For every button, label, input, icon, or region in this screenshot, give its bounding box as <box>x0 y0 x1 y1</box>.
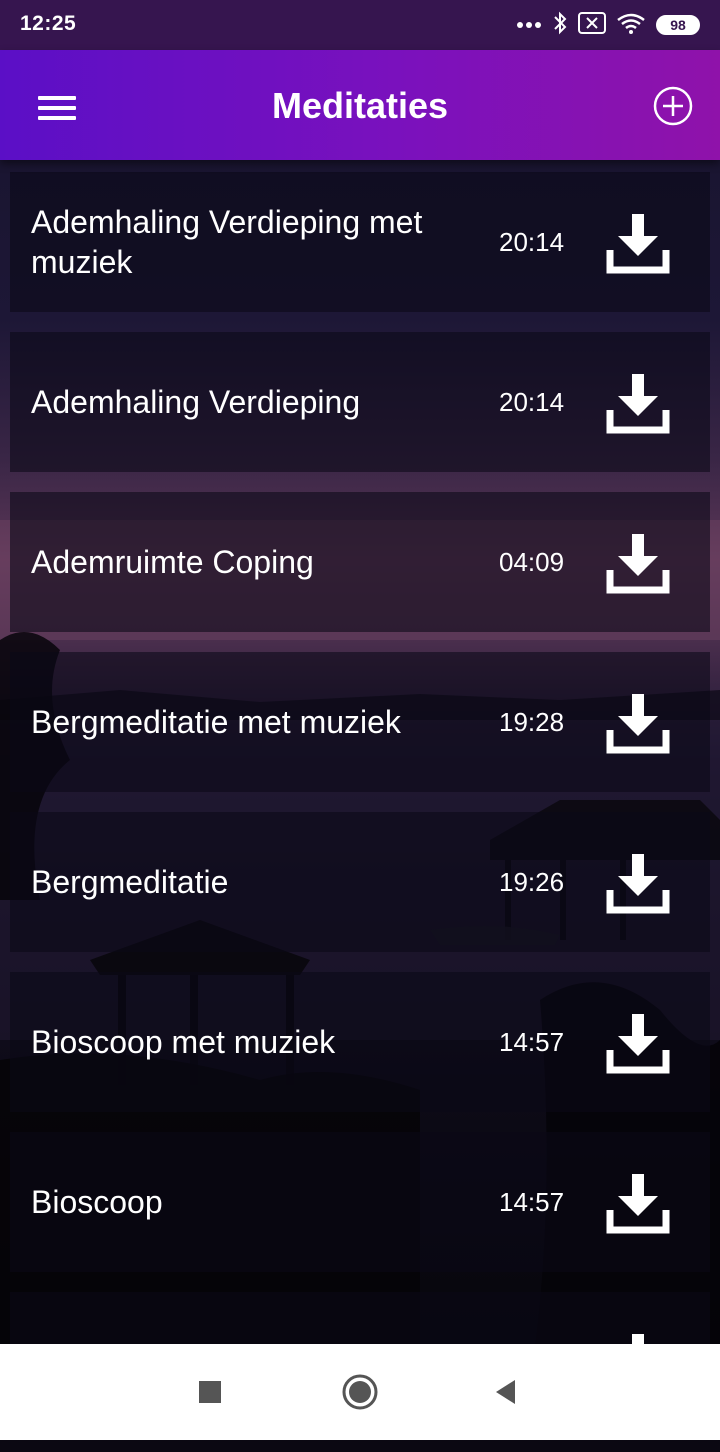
download-button[interactable] <box>606 1170 670 1234</box>
download-icon <box>606 534 670 594</box>
home-button[interactable] <box>336 1368 384 1416</box>
app-bar: Meditaties <box>0 50 720 160</box>
sim-x-icon <box>578 11 606 39</box>
status-time: 12:25 <box>20 12 77 35</box>
more-dots-icon <box>516 16 542 34</box>
list-item[interactable]: Ademhaling Verdieping met muziek 20:14 <box>10 172 710 312</box>
bluetooth-icon <box>552 11 568 40</box>
download-button[interactable] <box>606 1010 670 1074</box>
meditation-duration: 20:14 <box>499 386 565 417</box>
meditation-title: Bergmeditatie met muziek <box>31 704 401 740</box>
meditation-duration: 19:26 <box>499 866 565 897</box>
add-button[interactable] <box>650 83 696 129</box>
meditation-duration: 20:14 <box>499 226 565 257</box>
download-icon <box>606 1174 670 1234</box>
list-item[interactable]: Bioscoop 14:57 <box>10 1132 710 1272</box>
download-button[interactable] <box>606 530 670 594</box>
meditation-title: Ademhaling Verdieping <box>31 384 361 420</box>
list-item[interactable]: Bergmeditatie met muziek 19:28 <box>10 652 710 792</box>
list-item[interactable]: Ademhaling Verdieping 20:14 <box>10 332 710 472</box>
navigation-bar <box>0 1344 720 1440</box>
download-icon <box>606 214 670 274</box>
plus-circle-icon <box>653 86 693 126</box>
list-item[interactable]: Bioscoop met muziek 14:57 <box>10 972 710 1112</box>
list-item[interactable]: Ademruimte Coping 04:09 <box>10 492 710 632</box>
meditation-title: Ademhaling Verdieping met muziek <box>31 204 423 280</box>
download-icon <box>606 1014 670 1074</box>
recents-button[interactable] <box>186 1368 234 1416</box>
wifi-icon <box>616 12 646 39</box>
back-button[interactable] <box>482 1368 530 1416</box>
download-button[interactable] <box>606 850 670 914</box>
meditation-duration: 14:57 <box>499 1186 565 1217</box>
status-icons: 98 <box>516 11 700 40</box>
battery-icon: 98 <box>656 15 700 35</box>
meditation-duration: 04:09 <box>499 546 565 577</box>
meditation-duration: 19:28 <box>499 706 565 737</box>
download-icon <box>606 694 670 754</box>
meditation-title: Bioscoop met muziek <box>31 1024 336 1060</box>
download-icon <box>606 374 670 434</box>
triangle-back-icon <box>496 1380 515 1404</box>
download-button[interactable] <box>606 210 670 274</box>
meditation-duration: 14:57 <box>499 1026 565 1057</box>
meditation-title: Bioscoop <box>31 1184 163 1220</box>
status-bar: 12:25 98 <box>0 0 720 50</box>
download-button[interactable] <box>606 690 670 754</box>
page-title: Meditaties <box>271 85 449 126</box>
download-icon <box>606 854 670 914</box>
meditation-title: Ademruimte Coping <box>31 544 314 580</box>
list-item[interactable]: Bergmeditatie 19:26 <box>10 812 710 952</box>
meditation-list: Ademhaling Verdieping met muziek 20:14 A… <box>10 172 710 1452</box>
meditation-title: Bergmeditatie <box>31 864 229 900</box>
download-button[interactable] <box>606 370 670 434</box>
square-recents-icon <box>199 1381 221 1403</box>
circle-home-icon <box>342 1374 378 1410</box>
